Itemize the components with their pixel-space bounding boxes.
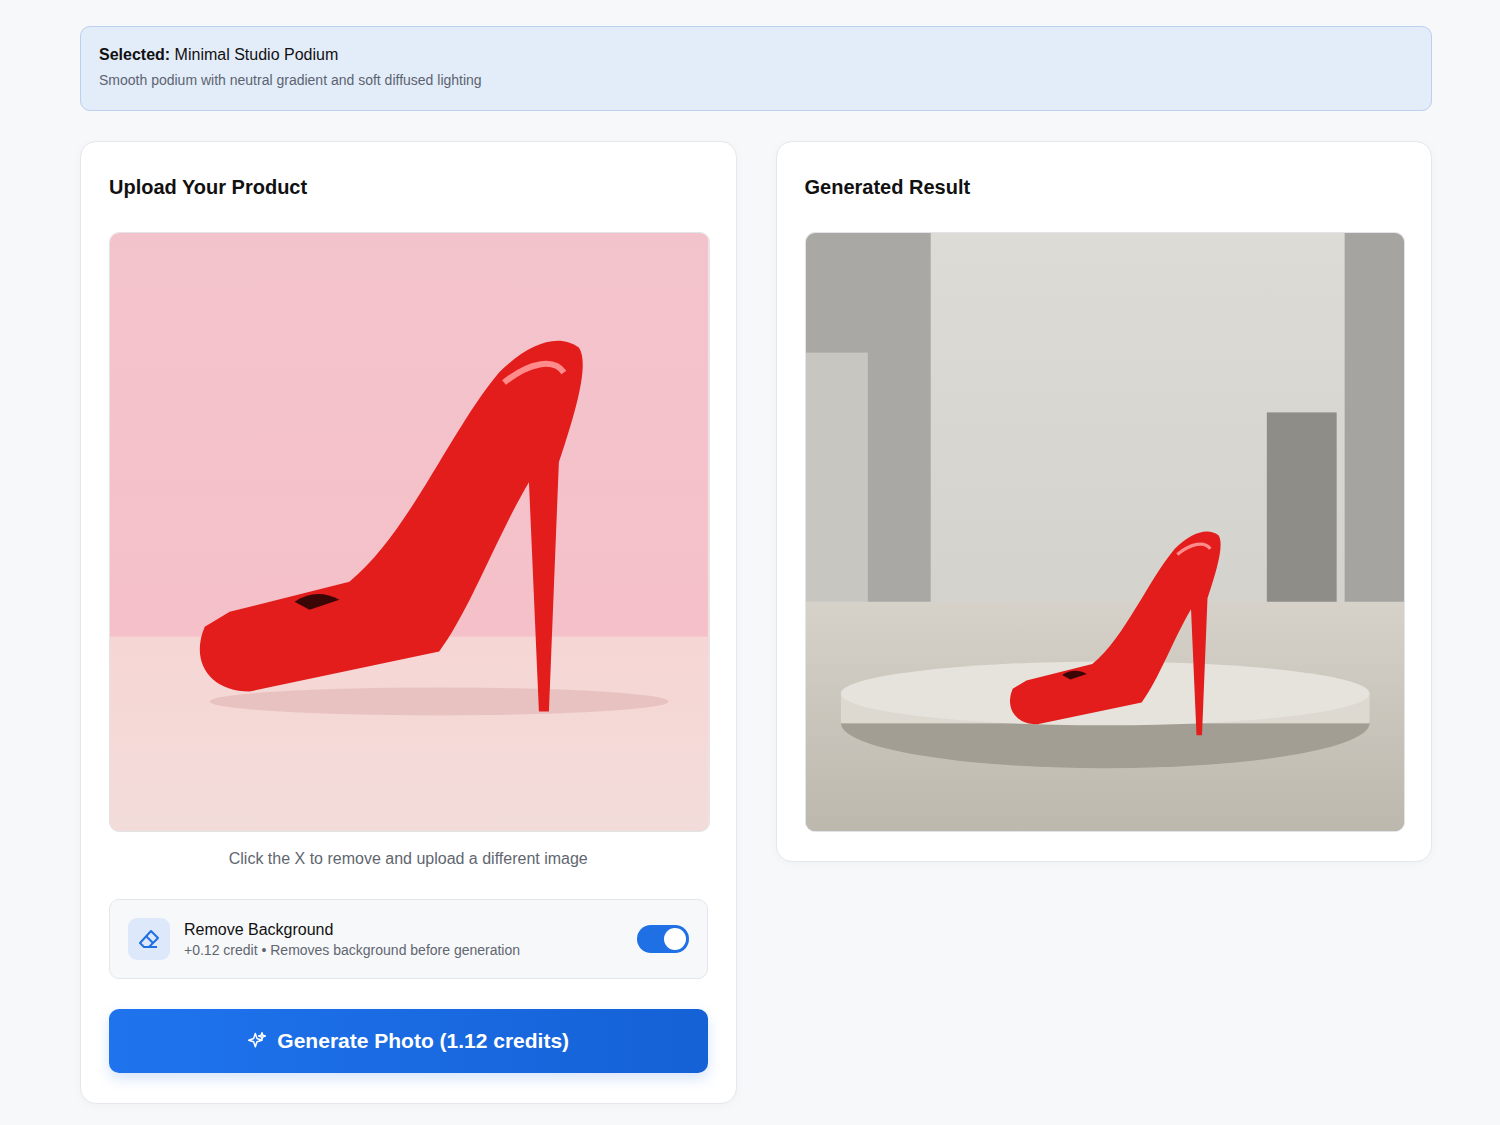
cards: Upload Your Product Click the X to remove… bbox=[80, 141, 1432, 1104]
remove-background-option: Remove Background +0.12 credit • Removes … bbox=[109, 899, 708, 979]
result-title: Generated Result bbox=[805, 172, 1404, 202]
upload-card: Upload Your Product Click the X to remove… bbox=[80, 141, 737, 1104]
result-photo bbox=[805, 232, 1406, 832]
result-card: Generated Result bbox=[776, 141, 1433, 862]
remove-background-toggle[interactable] bbox=[637, 925, 689, 953]
selected-description: Smooth podium with neutral gradient and … bbox=[99, 72, 1413, 88]
generate-label: Generate Photo (1.12 credits) bbox=[277, 1029, 569, 1053]
toggle-knob bbox=[664, 928, 686, 950]
selected-value: Minimal Studio Podium bbox=[175, 46, 339, 63]
upload-title: Upload Your Product bbox=[109, 172, 708, 202]
product-photo-image bbox=[110, 233, 709, 831]
option-text: Remove Background +0.12 credit • Removes … bbox=[184, 921, 623, 958]
selected-banner: Selected: Minimal Studio Podium Smooth po… bbox=[80, 26, 1432, 111]
product-photo bbox=[109, 232, 710, 832]
eraser-icon bbox=[128, 918, 170, 960]
page: Selected: Minimal Studio Podium Smooth po… bbox=[80, 26, 1432, 1104]
option-title: Remove Background bbox=[184, 921, 623, 939]
selected-label: Selected: bbox=[99, 46, 170, 63]
upload-hint: Click the X to remove and upload a diffe… bbox=[109, 848, 708, 870]
result-photo-image bbox=[806, 233, 1405, 831]
generate-button[interactable]: Generate Photo (1.12 credits) bbox=[109, 1009, 708, 1073]
sparkle-icon bbox=[247, 1031, 267, 1051]
selected-line: Selected: Minimal Studio Podium bbox=[99, 46, 1413, 64]
option-detail: +0.12 credit • Removes background before… bbox=[184, 942, 623, 958]
